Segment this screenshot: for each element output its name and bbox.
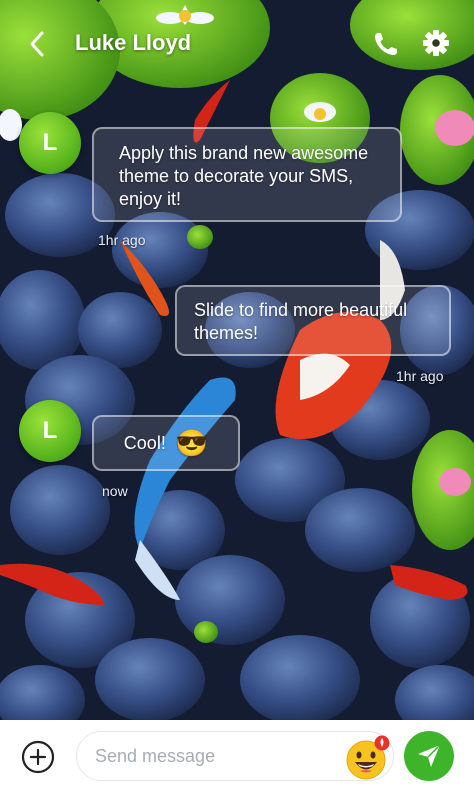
- incoming-message-bubble[interactable]: Apply this brand new awesome theme to de…: [92, 127, 402, 222]
- paper-plane-icon: [418, 744, 441, 767]
- message-text: Apply this brand new awesome theme to de…: [119, 143, 369, 209]
- chevron-left-icon[interactable]: [24, 28, 52, 60]
- phone-icon[interactable]: [372, 30, 400, 58]
- grinning-face-icon[interactable]: [345, 735, 391, 781]
- chat-header: Luke Lloyd: [0, 0, 474, 88]
- gear-icon[interactable]: [422, 29, 450, 57]
- avatar-letter: L: [42, 129, 58, 156]
- avatar-letter: L: [42, 417, 58, 444]
- chat-screen: Luke Lloyd L Apply this brand new awesom…: [0, 0, 474, 796]
- message-timestamp: 1hr ago: [98, 232, 146, 248]
- contact-name[interactable]: Luke Lloyd: [75, 30, 191, 56]
- plus-circle-icon[interactable]: [20, 739, 56, 775]
- message-text: Slide to find more beautiful themes!: [194, 300, 408, 343]
- sunglasses-emoji: 😎: [175, 428, 209, 458]
- send-button[interactable]: [404, 731, 454, 781]
- incoming-message-bubble[interactable]: Cool! 😎: [92, 415, 240, 471]
- contact-avatar[interactable]: L: [19, 400, 81, 462]
- message-timestamp: now: [102, 483, 128, 499]
- contact-avatar[interactable]: L: [19, 112, 81, 174]
- outgoing-message-bubble[interactable]: Slide to find more beautiful themes!: [175, 285, 451, 356]
- message-timestamp: 1hr ago: [396, 368, 444, 384]
- message-text: Cool!: [123, 432, 166, 453]
